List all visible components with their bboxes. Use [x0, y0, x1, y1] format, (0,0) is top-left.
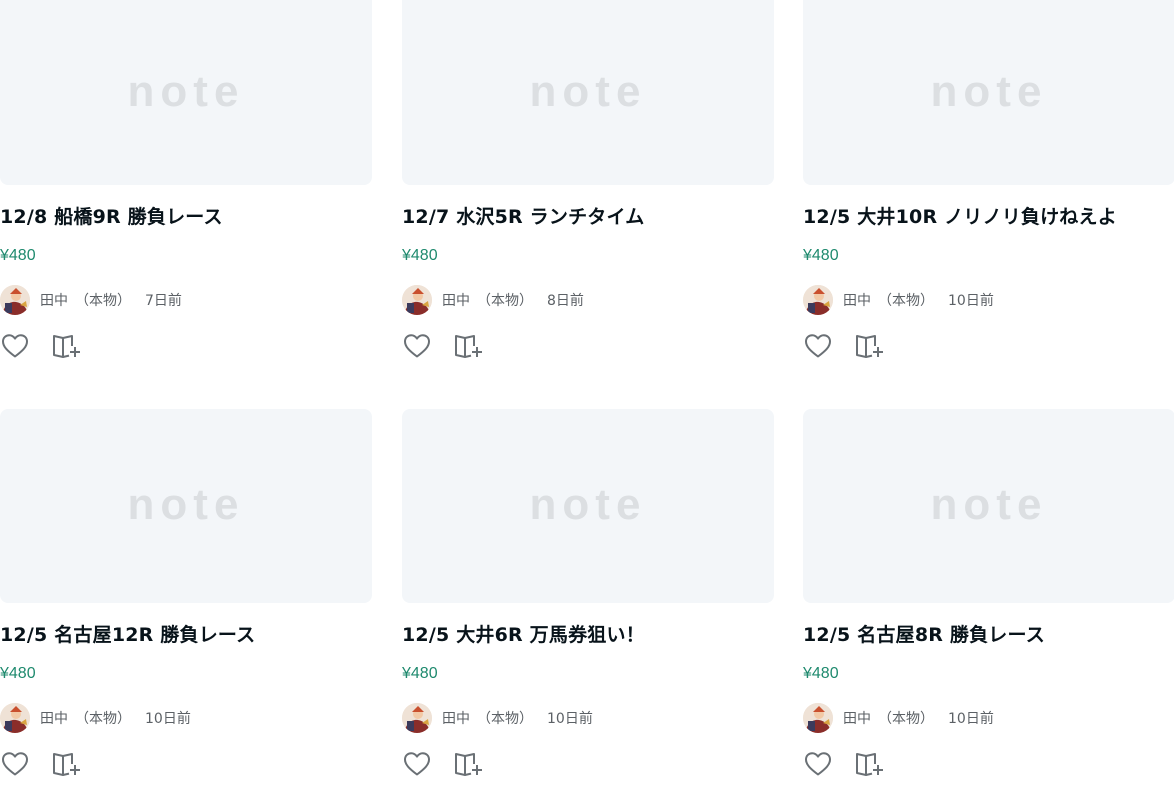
note-logo: note — [530, 489, 647, 523]
author-name[interactable]: 田中 （本物） — [40, 290, 131, 310]
like-button[interactable] — [0, 749, 30, 779]
author-name[interactable]: 田中 （本物） — [843, 290, 934, 310]
heart-icon — [404, 334, 430, 358]
heart-icon — [2, 334, 28, 358]
heart-icon — [404, 752, 430, 776]
note-logo-text: note — [530, 489, 647, 523]
note-thumbnail[interactable]: note — [402, 0, 774, 185]
add-to-magazine-button[interactable] — [454, 331, 484, 361]
heart-icon — [805, 334, 831, 358]
note-logo-text: note — [931, 489, 1048, 523]
author-name[interactable]: 田中 （本物） — [442, 708, 533, 728]
note-title[interactable]: 12/8 船橋9R 勝負レース — [0, 202, 223, 229]
author-avatar[interactable] — [0, 703, 30, 733]
magazine-add-icon — [455, 335, 482, 358]
author-name[interactable]: 田中 （本物） — [40, 708, 131, 728]
publish-date: 7日前 — [145, 293, 182, 309]
author-avatar[interactable] — [402, 285, 432, 315]
note-meta: 田中 （本物） 10日前 — [803, 285, 994, 315]
note-meta: 田中 （本物） 10日前 — [402, 703, 593, 733]
note-logo-text: note — [128, 76, 245, 110]
heart-icon — [2, 752, 28, 776]
magazine-add-icon — [856, 753, 883, 776]
add-to-magazine-button[interactable] — [52, 331, 82, 361]
note-thumbnail[interactable]: note — [402, 409, 774, 603]
note-logo-text: note — [128, 489, 245, 523]
note-price: ¥480 — [803, 247, 839, 264]
magazine-add-icon — [53, 753, 80, 776]
note-actions — [803, 749, 885, 779]
publish-date: 10日前 — [145, 711, 191, 727]
like-button[interactable] — [803, 331, 833, 361]
note-title[interactable]: 12/5 名古屋12R 勝負レース — [0, 620, 255, 647]
add-to-magazine-button[interactable] — [855, 331, 885, 361]
note-thumbnail[interactable]: note — [0, 0, 372, 185]
like-button[interactable] — [0, 331, 30, 361]
avatar-image — [0, 285, 30, 315]
publish-date: 10日前 — [948, 293, 994, 309]
add-to-magazine-button[interactable] — [454, 749, 484, 779]
note-actions — [402, 749, 484, 779]
publish-date: 10日前 — [547, 711, 593, 727]
note-logo: note — [128, 76, 245, 110]
note-thumbnail[interactable]: note — [803, 0, 1174, 185]
note-actions — [803, 331, 885, 361]
note-title[interactable]: 12/7 水沢5R ランチタイム — [402, 202, 645, 229]
note-price: ¥480 — [0, 665, 36, 682]
note-card-grid: note 12/8 船橋9R 勝負レース ¥480 田中 （本物） 7日前 no… — [0, 0, 1174, 803]
note-title[interactable]: 12/5 名古屋8R 勝負レース — [803, 620, 1045, 647]
author-avatar[interactable] — [803, 703, 833, 733]
author-name[interactable]: 田中 （本物） — [442, 290, 533, 310]
note-actions — [0, 331, 82, 361]
note-logo: note — [931, 489, 1048, 523]
note-meta: 田中 （本物） 7日前 — [0, 285, 182, 315]
note-logo: note — [530, 76, 647, 110]
note-price: ¥480 — [0, 247, 36, 264]
author-avatar[interactable] — [803, 285, 833, 315]
author-avatar[interactable] — [0, 285, 30, 315]
author-name[interactable]: 田中 （本物） — [843, 708, 934, 728]
note-meta: 田中 （本物） 10日前 — [0, 703, 191, 733]
note-logo-text: note — [530, 76, 647, 110]
note-logo-text: note — [931, 76, 1048, 110]
note-price: ¥480 — [402, 665, 438, 682]
publish-date: 8日前 — [547, 293, 584, 309]
note-meta: 田中 （本物） 8日前 — [402, 285, 584, 315]
like-button[interactable] — [803, 749, 833, 779]
note-actions — [402, 331, 484, 361]
avatar-image — [803, 703, 833, 733]
magazine-add-icon — [856, 335, 883, 358]
avatar-image — [0, 703, 30, 733]
note-actions — [0, 749, 82, 779]
like-button[interactable] — [402, 331, 432, 361]
note-logo: note — [931, 76, 1048, 110]
publish-date: 10日前 — [948, 711, 994, 727]
author-avatar[interactable] — [402, 703, 432, 733]
avatar-image — [803, 285, 833, 315]
note-title[interactable]: 12/5 大井10R ノリノリ負けねえよ — [803, 202, 1117, 229]
note-thumbnail[interactable]: note — [0, 409, 372, 603]
add-to-magazine-button[interactable] — [52, 749, 82, 779]
note-thumbnail[interactable]: note — [803, 409, 1174, 603]
add-to-magazine-button[interactable] — [855, 749, 885, 779]
avatar-image — [402, 703, 432, 733]
magazine-add-icon — [455, 753, 482, 776]
note-title[interactable]: 12/5 大井6R 万馬券狙い！ — [402, 620, 645, 647]
note-logo: note — [128, 489, 245, 523]
avatar-image — [402, 285, 432, 315]
note-price: ¥480 — [803, 665, 839, 682]
heart-icon — [805, 752, 831, 776]
note-price: ¥480 — [402, 247, 438, 264]
note-meta: 田中 （本物） 10日前 — [803, 703, 994, 733]
like-button[interactable] — [402, 749, 432, 779]
magazine-add-icon — [53, 335, 80, 358]
